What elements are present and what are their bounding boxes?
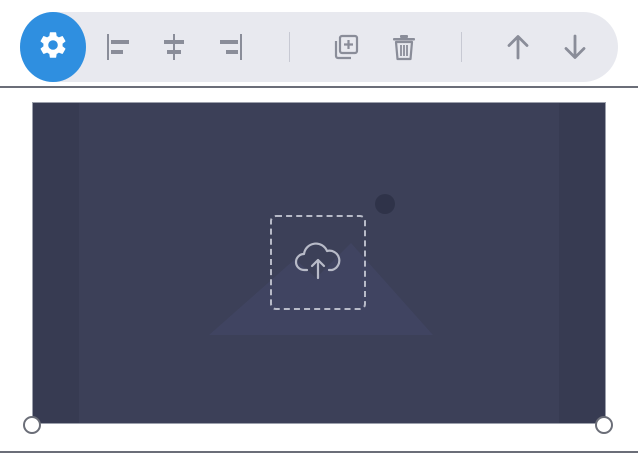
divider-line — [0, 451, 638, 453]
move-up-button[interactable] — [498, 27, 538, 67]
align-right-icon — [216, 31, 248, 63]
move-down-button[interactable] — [555, 27, 595, 67]
duplicate-button[interactable] — [326, 27, 366, 67]
upload-button[interactable] — [270, 215, 366, 310]
align-left-icon — [101, 31, 133, 63]
align-center-button[interactable] — [154, 27, 194, 67]
align-right-button[interactable] — [212, 27, 252, 67]
delete-button[interactable] — [384, 27, 424, 67]
arrow-down-icon — [559, 31, 591, 63]
divider-line — [0, 86, 638, 88]
align-center-icon — [158, 31, 190, 63]
resize-handle-bottom-right[interactable] — [595, 416, 613, 434]
arrow-up-icon — [502, 31, 534, 63]
trash-icon — [388, 31, 420, 63]
cloud-upload-icon — [293, 236, 343, 289]
resize-handle-bottom-left[interactable] — [23, 416, 41, 434]
settings-button[interactable] — [20, 12, 86, 82]
toolbar-divider — [461, 32, 462, 62]
align-left-button[interactable] — [97, 27, 137, 67]
duplicate-icon — [330, 31, 362, 63]
gear-icon — [37, 29, 69, 66]
toolbar-divider — [289, 32, 290, 62]
editor-canvas — [0, 0, 638, 454]
